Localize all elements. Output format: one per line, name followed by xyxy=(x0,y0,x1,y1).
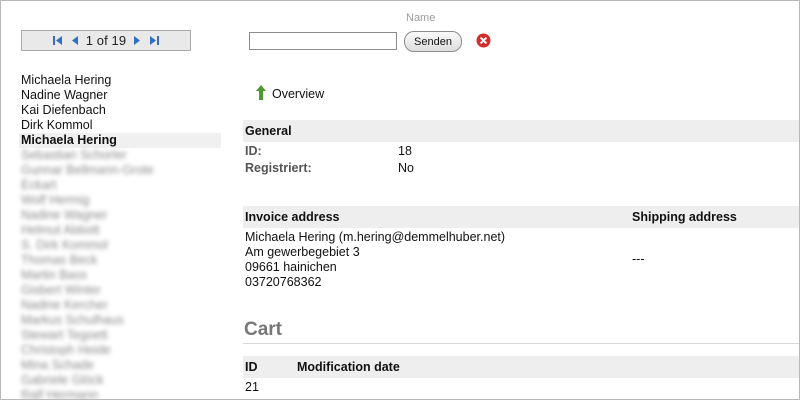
customer-list-item[interactable]: Stewart Tegoett xyxy=(19,328,221,343)
clear-icon[interactable] xyxy=(476,33,491,48)
customer-list-item[interactable]: Gisbert Winter xyxy=(19,283,221,298)
cart-row-id: 21 xyxy=(245,380,259,394)
customer-list-item[interactable]: Wolf Hermig xyxy=(19,193,221,208)
id-label: ID: xyxy=(245,144,262,158)
registered-label: Registriert: xyxy=(245,161,312,175)
customer-list-item[interactable]: Markus Schulhaus xyxy=(19,313,221,328)
customer-list-item[interactable]: Michaela Hering xyxy=(19,133,221,148)
invoice-address-line: Am gewerbegebiet 3 xyxy=(245,245,360,259)
customer-list-item[interactable]: Christoph Heide xyxy=(19,343,221,358)
cart-table-header: ID Modification date xyxy=(243,356,799,378)
customer-list-item[interactable]: Nadine Wagner xyxy=(19,208,221,223)
customer-list: Michaela Hering Nadine Wagner Kai Diefenba… xyxy=(19,73,221,399)
send-button[interactable]: Senden xyxy=(404,31,462,52)
page-indicator: 1 of 19 xyxy=(85,33,127,48)
overview-label: Overview xyxy=(272,87,325,101)
cart-id-column-header: ID xyxy=(245,360,258,374)
customer-list-item[interactable]: Martin Bass xyxy=(19,268,221,283)
shipping-address-value: --- xyxy=(632,252,645,266)
shipping-address-heading: Shipping address xyxy=(632,210,737,224)
customer-list-item[interactable]: Ralf Hermann xyxy=(19,388,221,399)
cart-divider xyxy=(243,343,799,344)
cart-date-column-header: Modification date xyxy=(297,360,400,374)
next-page-icon[interactable] xyxy=(133,35,142,46)
invoice-address-heading: Invoice address xyxy=(245,210,340,224)
customer-list-item[interactable]: Dirk Kommol xyxy=(19,118,221,133)
customer-list-item[interactable]: Mina Schade xyxy=(19,358,221,373)
cart-table-row[interactable]: 21 xyxy=(245,380,259,394)
invoice-address-line: 09661 hainichen xyxy=(245,260,337,274)
customer-list-item[interactable]: Gabriele Glöck xyxy=(19,373,221,388)
window: 1 of 19 Michaela Hering Nadine Wagner Kai … xyxy=(0,0,800,400)
customer-list-item[interactable]: Eckart xyxy=(19,178,221,193)
invoice-address-line: 03720768362 xyxy=(245,275,322,289)
cart-heading: Cart xyxy=(244,319,283,340)
name-field-label: Name xyxy=(406,12,436,24)
overview-link[interactable]: Overview xyxy=(256,85,324,103)
invoice-address-block: Michaela Hering (m.hering@demmelhuber.ne… xyxy=(245,230,505,290)
last-page-icon[interactable] xyxy=(149,35,160,46)
general-section-header: General xyxy=(243,120,799,142)
invoice-address-line: Michaela Hering (m.hering@demmelhuber.ne… xyxy=(245,230,506,244)
customer-list-item[interactable]: Michaela Hering xyxy=(19,73,221,88)
customer-list-item[interactable]: Kai Diefenbach xyxy=(19,103,221,118)
customer-list-item[interactable]: S. Dirk Kommol xyxy=(19,238,221,253)
pager: 1 of 19 xyxy=(21,30,191,51)
customer-list-item[interactable]: Sebastian Schorler xyxy=(19,148,221,163)
customer-list-item[interactable]: Nadine Kercher xyxy=(19,298,221,313)
customer-list-item[interactable]: Thomas Beck xyxy=(19,253,221,268)
up-arrow-icon xyxy=(256,85,266,103)
name-search-input[interactable] xyxy=(249,32,397,50)
address-section-header: Invoice address Shipping address xyxy=(243,206,799,228)
customer-list-item[interactable]: Helmut Abbott xyxy=(19,223,221,238)
registered-value: No xyxy=(398,161,414,175)
customer-list-item[interactable]: Gunnar Bellmann-Grote xyxy=(19,163,221,178)
first-page-icon[interactable] xyxy=(52,35,63,46)
previous-page-icon[interactable] xyxy=(70,35,79,46)
id-value: 18 xyxy=(398,144,412,158)
customer-list-item[interactable]: Nadine Wagner xyxy=(19,88,221,103)
